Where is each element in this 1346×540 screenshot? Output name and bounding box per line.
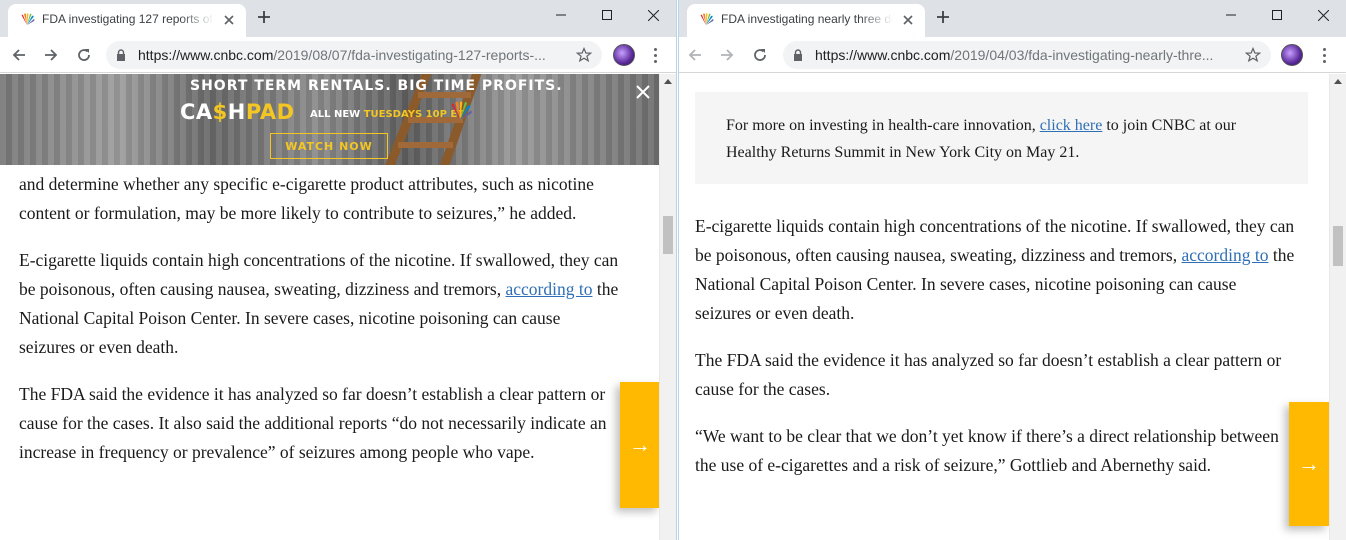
browser-tab[interactable]: FDA investigating nearly three dozen rep…: [687, 4, 925, 37]
watch-now-button[interactable]: WATCH NOW: [270, 133, 388, 159]
tab-strip: FDA investigating 127 reports of seizure…: [0, 0, 676, 37]
brand-part: PAD: [245, 100, 295, 124]
tab-title: FDA investigating 127 reports of seizure…: [42, 12, 214, 26]
ad-brand-logo: CA$HPAD: [180, 100, 295, 124]
star-icon[interactable]: [576, 47, 592, 63]
back-arrow-icon[interactable]: [8, 44, 30, 66]
url-text: https://www.cnbc.com/2019/04/03/fda-inve…: [815, 47, 1235, 63]
article-body: E-cigarette liquids contain high concent…: [695, 212, 1295, 498]
schedule-lead: ALL NEW: [310, 109, 361, 120]
star-icon[interactable]: [1245, 47, 1261, 63]
brand-part: CA: [180, 100, 213, 124]
callout-text: For more on investing in health-care inn…: [726, 112, 1286, 166]
nbc-peacock-icon: [21, 13, 35, 25]
ad-headline: SHORT TERM RENTALS. BIG TIME PROFITS.: [190, 78, 563, 94]
page-viewport: For more on investing in health-care inn…: [679, 74, 1346, 540]
scrollbar-thumb[interactable]: [1333, 226, 1343, 266]
address-bar[interactable]: https://www.cnbc.com/2019/08/07/fda-inve…: [106, 41, 602, 69]
browser-window-left: FDA investigating 127 reports of seizure…: [0, 0, 676, 540]
url-path: /2019/04/03/fda-investigating-nearly-thr…: [950, 47, 1214, 63]
close-icon[interactable]: [901, 13, 915, 27]
arrow-right-icon: →: [1298, 451, 1320, 476]
scroll-up-arrow-icon[interactable]: [1334, 79, 1342, 84]
profile-avatar[interactable]: [1281, 44, 1303, 66]
scrollbar[interactable]: [1329, 74, 1346, 540]
close-icon[interactable]: [635, 84, 651, 100]
kebab-menu-icon[interactable]: [1315, 46, 1333, 64]
minimize-icon[interactable]: [538, 0, 584, 30]
browser-window-right: FDA investigating nearly three dozen rep…: [679, 0, 1346, 540]
profile-avatar[interactable]: [613, 44, 635, 66]
article-paragraph: E-cigarette liquids contain high concent…: [695, 212, 1295, 328]
tab-title: FDA investigating nearly three dozen rep…: [721, 12, 893, 26]
cashpad-ad-banner[interactable]: SHORT TERM RENTALS. BIG TIME PROFITS. CA…: [0, 74, 660, 165]
maximize-icon[interactable]: [1254, 0, 1300, 30]
according-to-link[interactable]: according to: [505, 279, 592, 299]
address-bar[interactable]: https://www.cnbc.com/2019/04/03/fda-inve…: [783, 41, 1271, 69]
close-window-icon[interactable]: [1300, 0, 1346, 30]
tab-strip: FDA investigating nearly three dozen rep…: [679, 0, 1346, 37]
close-window-icon[interactable]: [630, 0, 676, 30]
scrollbar[interactable]: [659, 74, 676, 540]
scrollbar-thumb[interactable]: [663, 216, 673, 254]
click-here-link[interactable]: click here: [1040, 117, 1103, 134]
lock-icon: [117, 49, 125, 61]
nbc-peacock-icon: [700, 13, 714, 25]
callout-text-part: For more on investing in health-care inn…: [726, 117, 1040, 134]
browser-tab[interactable]: FDA investigating 127 reports of seizure…: [8, 4, 246, 37]
article-paragraph: and determine whether any specific e-cig…: [19, 174, 594, 223]
article-body: and determine whether any specific e-cig…: [19, 170, 619, 485]
plus-icon[interactable]: [256, 9, 272, 25]
minimize-icon[interactable]: [1208, 0, 1254, 30]
browser-toolbar: https://www.cnbc.com/2019/04/03/fda-inve…: [679, 37, 1346, 73]
lock-icon: [794, 49, 802, 61]
brand-part: H: [227, 100, 246, 124]
url-path: /2019/08/07/fda-investigating-127-report…: [273, 47, 546, 63]
url-host: https://www.cnbc.com: [138, 47, 274, 63]
forward-arrow-icon[interactable]: [716, 44, 738, 66]
nbc-peacock-icon: [451, 101, 472, 120]
ad-schedule: ALL NEW TUESDAYS 10P ET: [310, 109, 464, 120]
close-icon[interactable]: [222, 13, 236, 27]
next-article-button[interactable]: →: [1289, 402, 1329, 526]
browser-toolbar: https://www.cnbc.com/2019/08/07/fda-inve…: [0, 37, 676, 73]
plus-icon[interactable]: [935, 9, 951, 25]
page-viewport: and determine whether any specific e-cig…: [0, 74, 676, 540]
reload-icon[interactable]: [73, 44, 95, 66]
forward-arrow-icon[interactable]: [40, 44, 62, 66]
summit-callout-box: For more on investing in health-care inn…: [695, 92, 1308, 184]
arrow-right-icon: →: [629, 432, 651, 457]
reload-icon[interactable]: [749, 44, 771, 66]
scroll-up-arrow-icon[interactable]: [664, 79, 672, 84]
maximize-icon[interactable]: [584, 0, 630, 30]
kebab-menu-icon[interactable]: [646, 46, 664, 64]
brand-part: $: [212, 100, 228, 124]
according-to-link[interactable]: according to: [1181, 245, 1268, 265]
article-paragraph: E-cigarette liquids contain high concent…: [19, 246, 619, 362]
url-text: https://www.cnbc.com/2019/08/07/fda-inve…: [138, 47, 568, 63]
url-host: https://www.cnbc.com: [815, 47, 951, 63]
article-paragraph: “We want to be clear that we don’t yet k…: [695, 426, 1279, 475]
article-paragraph: The FDA said the evidence it has analyze…: [695, 350, 1282, 399]
back-arrow-icon[interactable]: [684, 44, 706, 66]
article-paragraph: The FDA said the evidence it has analyze…: [19, 384, 607, 462]
next-article-button[interactable]: →: [620, 382, 660, 508]
